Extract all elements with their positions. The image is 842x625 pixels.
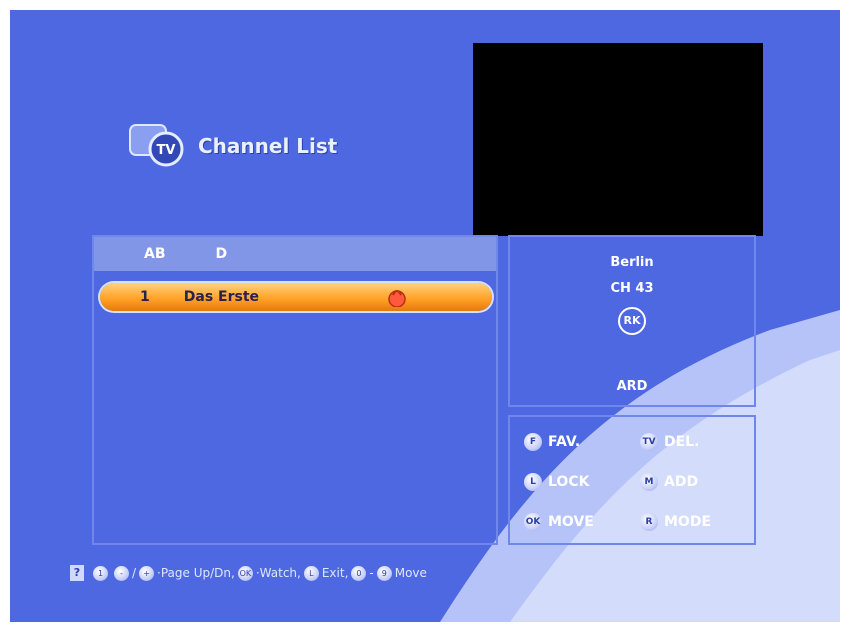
mode-label: MODE xyxy=(664,514,712,530)
mode-key[interactable]: R MODE xyxy=(640,513,711,531)
fav-button-icon: F xyxy=(524,433,542,451)
page-title: Channel List xyxy=(198,134,338,158)
add-key[interactable]: M ADD xyxy=(640,473,698,491)
tv-icon: TV xyxy=(128,123,194,169)
move-button-icon: OK xyxy=(524,513,542,531)
provider-label: ARD xyxy=(616,379,648,394)
watch-hint-text: ·Watch, xyxy=(255,566,301,580)
del-key[interactable]: TV DEL. xyxy=(640,433,699,451)
footer-hints: ? 1 - / + ·Page Up/Dn, OK ·Watch, L Exit… xyxy=(70,565,427,581)
del-label: DEL. xyxy=(664,434,700,450)
nine-key: 9 xyxy=(376,565,392,581)
city-label: Berlin xyxy=(610,255,654,270)
move-label: MOVE xyxy=(548,514,594,530)
add-label: ADD xyxy=(664,474,699,490)
filter-letter: D xyxy=(215,246,228,262)
key-legend-panel: F FAV. TV DEL. L LOCK M ADD OK MOVE R MO… xyxy=(508,415,756,545)
page-down-key: - xyxy=(114,565,129,581)
fav-label: FAV. xyxy=(548,434,581,450)
zero-key: 0 xyxy=(351,565,367,581)
help-icon: ? xyxy=(70,565,84,581)
channel-row[interactable]: 1 Das Erste xyxy=(100,283,492,311)
del-button-icon: TV xyxy=(640,433,658,451)
lock-label: LOCK xyxy=(548,474,590,490)
move-hint-text: Move xyxy=(394,566,427,580)
lock-key[interactable]: L LOCK xyxy=(524,473,589,491)
mode-button-icon: R xyxy=(640,513,658,531)
ab-sort-icon[interactable]: AB xyxy=(144,246,166,262)
page-hint-text: ·Page Up/Dn, xyxy=(157,566,235,580)
channel-name: Das Erste xyxy=(183,289,260,305)
ok-key: OK xyxy=(237,565,253,581)
lock-button-icon: L xyxy=(524,473,542,491)
exit-key: L xyxy=(303,565,319,581)
title-area: TV Channel List xyxy=(128,123,337,169)
channel-list-panel: AB D 1 Das Erste xyxy=(92,235,498,545)
page-up-key: + xyxy=(139,565,155,581)
channel-info-panel: Berlin CH 43 RK ARD xyxy=(508,235,756,407)
video-preview xyxy=(473,43,763,236)
add-button-icon: M xyxy=(640,473,658,491)
list-header: AB D xyxy=(94,237,496,271)
page-key-1: 1 xyxy=(93,565,108,581)
move-key[interactable]: OK MOVE xyxy=(524,513,594,531)
range-dash: - xyxy=(369,566,374,580)
fav-key[interactable]: F FAV. xyxy=(524,433,580,451)
channel-label: CH 43 xyxy=(610,281,654,296)
tv-screen: TV Channel List AB D 1 Das Erste Berlin … xyxy=(10,10,840,622)
lock-icon xyxy=(388,290,406,307)
channel-number: 1 xyxy=(140,289,150,305)
rk-badge: RK xyxy=(510,307,754,335)
svg-text:TV: TV xyxy=(157,143,176,158)
exit-hint-text: Exit, xyxy=(321,566,349,580)
